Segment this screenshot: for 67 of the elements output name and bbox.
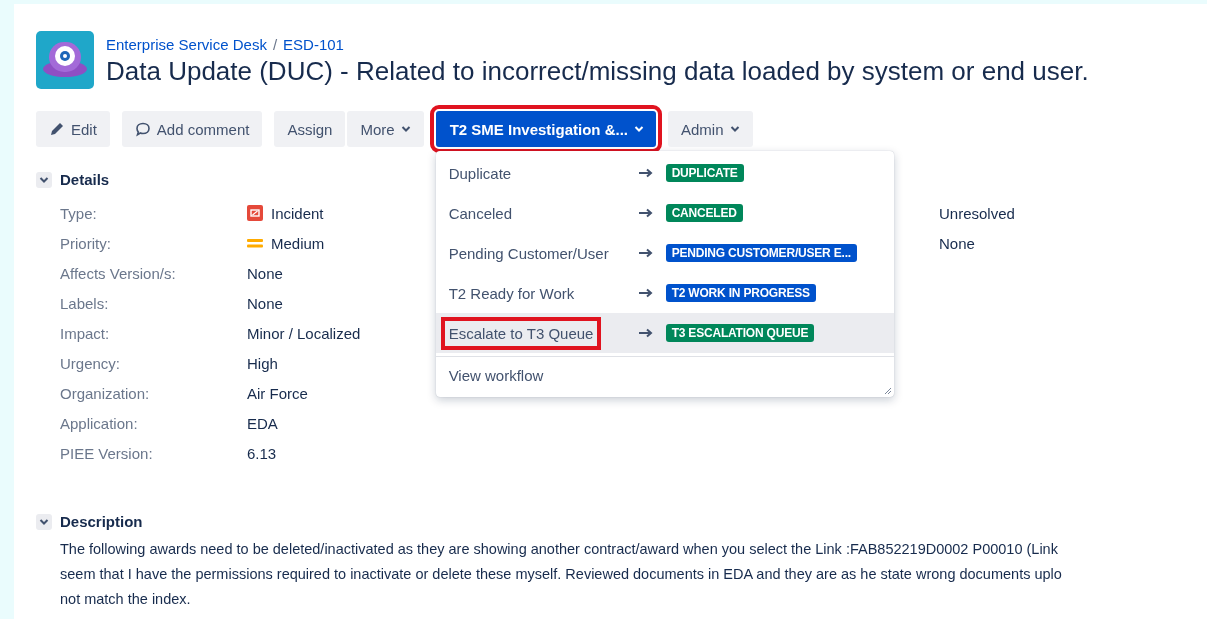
- toolbar-button[interactable]: Assign: [274, 111, 346, 147]
- arrow-right-icon: [637, 328, 654, 338]
- field-label: Type:: [60, 204, 98, 222]
- field-value: Medium: [271, 234, 325, 252]
- field-label: Application:: [60, 414, 139, 432]
- incident-icon: [247, 205, 263, 221]
- chevron-down-icon: [729, 125, 740, 133]
- chevron-down-icon: [39, 517, 49, 526]
- description-text: not match the index.: [60, 590, 192, 609]
- section-heading: Details: [60, 171, 110, 188]
- status-lozenge: T3 ESCALATION QUEUE: [665, 324, 815, 342]
- status-lozenge: CANCELED: [665, 204, 743, 222]
- breadcrumb-link[interactable]: Enterprise Service Desk: [106, 36, 267, 53]
- field-value: Unresolved: [939, 204, 1016, 222]
- transition-label: Pending Customer/User: [448, 244, 609, 262]
- collapse-toggle[interactable]: [36, 513, 52, 530]
- status-lozenge: PENDING CUSTOMER/USER E...: [665, 244, 857, 262]
- toolbar-button[interactable]: Edit: [36, 111, 110, 147]
- chevron-down-icon: [400, 125, 411, 133]
- pencil-icon: [49, 121, 65, 137]
- project-logo-icon: [36, 31, 94, 89]
- field-value: High: [247, 354, 278, 372]
- transition-label: T2 Ready for Work: [448, 284, 575, 302]
- field-value: Minor / Localized: [247, 324, 361, 342]
- chevron-down-icon: [39, 175, 49, 184]
- menu-item[interactable]: Pending Customer/User PENDING CUSTOMER/USER E...: [435, 233, 894, 273]
- field-label: Impact:: [60, 324, 111, 342]
- field-label: Labels:: [60, 294, 110, 312]
- transition-label: Duplicate: [448, 164, 512, 182]
- field-value: Incident: [271, 204, 324, 222]
- chevron-down-icon: [634, 125, 644, 133]
- status-lozenge: DUPLICATE: [665, 164, 744, 182]
- field-value: 6.13: [247, 444, 277, 462]
- field-value: EDA: [247, 414, 278, 432]
- resize-grip-icon: [883, 387, 892, 395]
- field-value: None: [939, 234, 976, 252]
- collapse-toggle[interactable]: [36, 171, 52, 188]
- section-heading: Description: [60, 513, 143, 530]
- field-label: Priority:: [60, 234, 112, 252]
- breadcrumb-separator: /: [272, 36, 278, 53]
- toolbar-button[interactable]: Add comment: [121, 111, 263, 147]
- field-label: Organization:: [60, 384, 151, 402]
- speech-bubble-icon: [134, 121, 151, 137]
- issue-title: Data Update (DUC) - Related to incorrect/missing data loaded by system or end user.: [106, 56, 1089, 87]
- field-value: None: [247, 294, 283, 312]
- description-text: seem that I have the permissions required to inactivate or delete these myself. Reviewed documents in EDA and they are as he state wrong documents uplo: [60, 565, 1063, 584]
- description-text: The following awards need to be deleted/inactivated as they are showing another contract/award when you select the Link :FAB852219D0002 P00010 (Link: [60, 540, 1059, 559]
- field-value: Air Force: [247, 384, 308, 402]
- transition-label: Canceled: [448, 204, 512, 222]
- menu-item[interactable]: Duplicate DUPLICATE: [435, 153, 894, 193]
- field-label: Urgency:: [60, 354, 122, 372]
- toolbar-button[interactable]: Admin: [668, 111, 753, 147]
- field-value: None: [247, 264, 283, 282]
- arrow-right-icon: [637, 168, 654, 178]
- arrow-right-icon: [637, 248, 654, 258]
- field-label: Affects Version/s:: [60, 264, 177, 282]
- arrow-right-icon: [637, 208, 654, 218]
- arrow-right-icon: [637, 288, 654, 298]
- view-workflow-link[interactable]: View workflow: [435, 357, 894, 397]
- menu-item[interactable]: T2 Ready for Work T2 WORK IN PROGRESS: [435, 273, 894, 313]
- field-label: PIEE Version:: [60, 444, 154, 462]
- breadcrumb-link[interactable]: ESD-101: [283, 36, 344, 53]
- menu-item[interactable]: Canceled CANCELED: [435, 193, 894, 233]
- menu-item[interactable]: Escalate to T3 Queue T3 ESCALATION QUEUE: [435, 313, 894, 353]
- status-lozenge: T2 WORK IN PROGRESS: [665, 284, 816, 302]
- toolbar-button[interactable]: More: [347, 111, 424, 147]
- priority-medium-icon: [247, 237, 263, 249]
